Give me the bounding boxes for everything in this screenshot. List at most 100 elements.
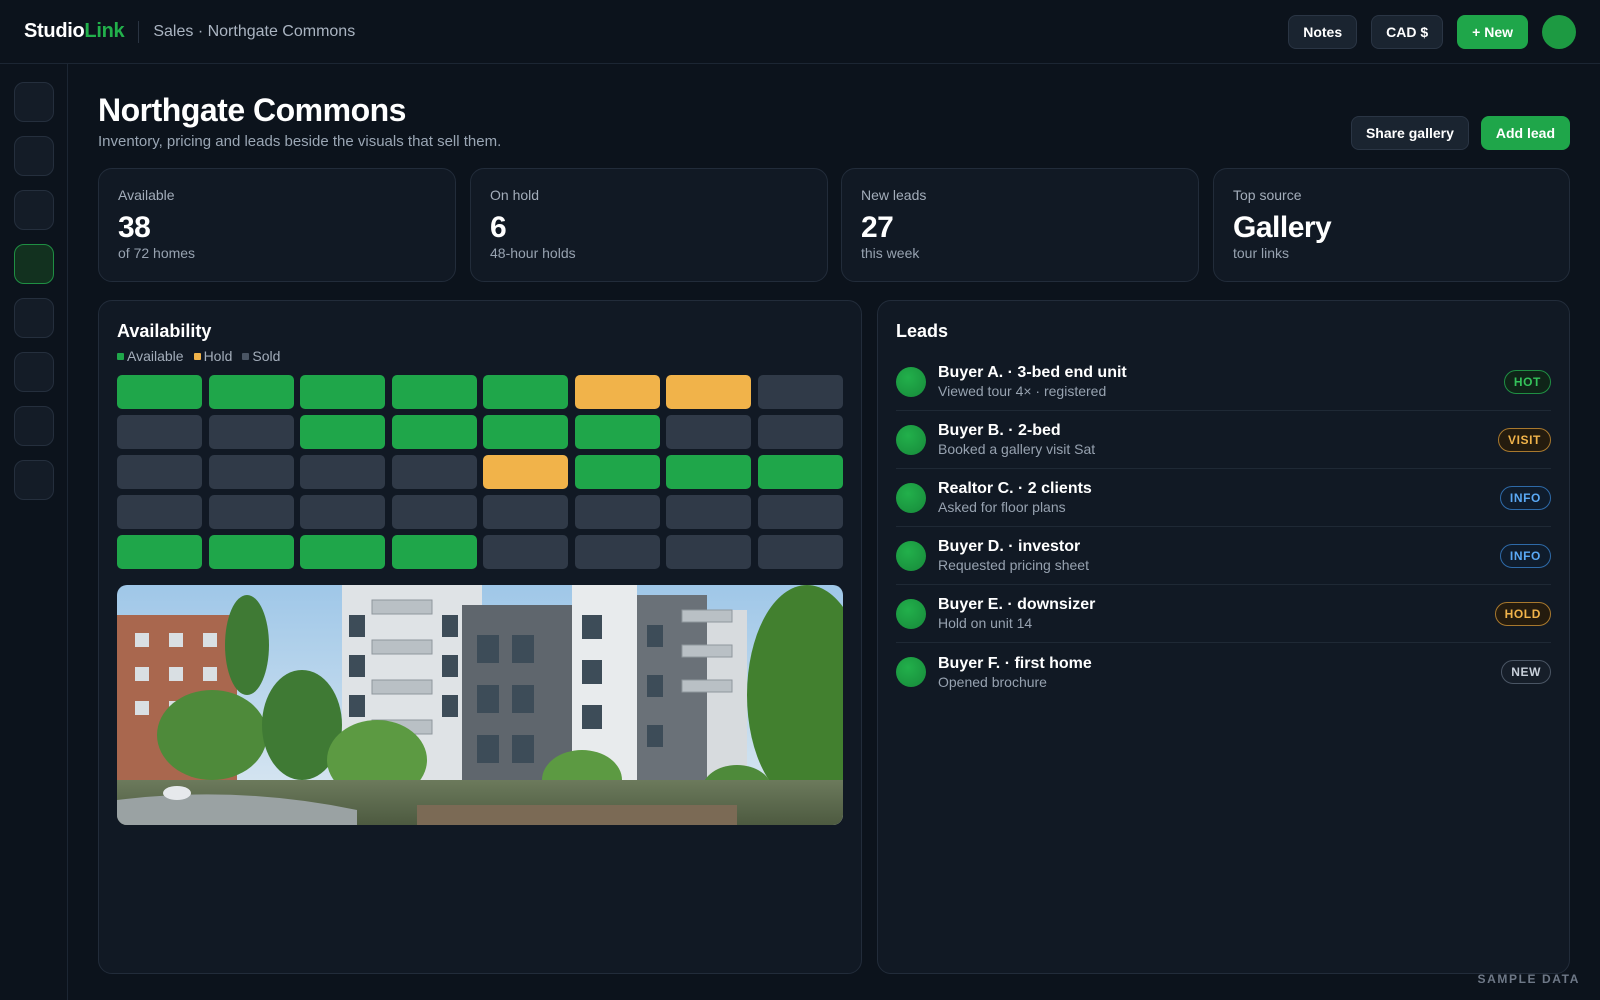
legend-hold-label: Hold	[203, 348, 233, 364]
sidebar-item-3[interactable]	[14, 190, 54, 230]
unit-cell-sold[interactable]	[208, 455, 294, 489]
unit-cell-available[interactable]	[300, 535, 385, 569]
availability-title: Availability	[117, 321, 212, 341]
sidebar-item-8[interactable]	[14, 460, 54, 500]
user-avatar[interactable]	[1542, 14, 1576, 49]
unit-cell-sold[interactable]	[391, 455, 477, 489]
share-gallery-button[interactable]: Share gallery	[1350, 116, 1469, 150]
sidebar-item-5[interactable]	[14, 298, 54, 338]
stat-note: tour links	[1233, 245, 1290, 261]
building-rendering-image	[117, 585, 843, 825]
unit-cell-available[interactable]	[391, 415, 477, 449]
unit-cell-sold[interactable]	[574, 495, 660, 529]
unit-cell-sold[interactable]	[300, 455, 385, 489]
sidebar-item-2[interactable]	[14, 136, 54, 176]
lead-row[interactable]: Buyer E. · downsizer Hold on unit 14 HOLD	[896, 585, 1551, 643]
unit-cell-sold[interactable]	[666, 535, 751, 569]
sidebar-item-1[interactable]	[14, 82, 54, 122]
unit-cell-available[interactable]	[666, 455, 751, 489]
unit-cell-available[interactable]	[208, 535, 294, 569]
lead-status-badge: HOT	[1503, 369, 1551, 394]
stat-value: 38	[118, 211, 151, 244]
lead-detail: Asked for floor plans	[938, 499, 1066, 515]
unit-cell-hold[interactable]	[483, 455, 568, 489]
lead-name: Buyer E. · downsizer	[938, 596, 1096, 613]
lead-status-badge: INFO	[1499, 543, 1551, 568]
availability-legend: Available Hold Sold	[117, 348, 280, 364]
stat-note: of 72 homes	[118, 245, 196, 261]
add-lead-button[interactable]: Add lead	[1480, 116, 1570, 150]
unit-cell-sold[interactable]	[483, 495, 568, 529]
unit-cell-available[interactable]	[483, 415, 568, 449]
sidebar	[0, 64, 68, 1000]
legend-available-label: Available	[127, 348, 184, 364]
unit-cell-available[interactable]	[117, 375, 202, 409]
lead-status-badge: INFO	[1499, 485, 1551, 510]
legend-sold-label: Sold	[252, 348, 281, 364]
stat-label: New leads	[861, 187, 927, 203]
lead-row[interactable]: Buyer D. · investor Requested pricing she…	[896, 527, 1551, 585]
lead-detail: Booked a gallery visit Sat	[938, 441, 1096, 457]
unit-cell-sold[interactable]	[208, 495, 294, 529]
sidebar-item-sales-active[interactable]	[14, 244, 54, 284]
unit-cell-sold[interactable]	[666, 415, 751, 449]
lead-avatar	[896, 424, 926, 455]
unit-cell-available[interactable]	[117, 535, 202, 569]
leads-panel: Leads Buyer A. · 3-bed end unit Viewed to…	[877, 300, 1570, 974]
unit-cell-sold[interactable]	[757, 535, 843, 569]
unit-cell-available[interactable]	[391, 535, 477, 569]
unit-cell-sold[interactable]	[757, 495, 843, 529]
sidebar-item-6[interactable]	[14, 352, 54, 392]
unit-cell-hold[interactable]	[666, 375, 751, 409]
unit-cell-available[interactable]	[574, 455, 660, 489]
unit-cell-sold[interactable]	[117, 415, 202, 449]
unit-cell-sold[interactable]	[117, 455, 202, 489]
unit-cell-sold[interactable]	[666, 495, 751, 529]
legend-sold-swatch	[242, 352, 250, 360]
unit-cell-sold[interactable]	[117, 495, 202, 529]
unit-cell-sold[interactable]	[300, 495, 385, 529]
lead-detail: Opened brochure	[938, 673, 1047, 690]
new-button[interactable]: + New	[1457, 14, 1528, 49]
leads-title: Leads	[896, 321, 949, 341]
stat-label: On hold	[490, 187, 540, 203]
unit-cell-available[interactable]	[483, 375, 568, 409]
unit-cell-sold[interactable]	[574, 535, 660, 569]
app-logo[interactable]: StudioLink	[24, 20, 125, 43]
unit-cell-sold[interactable]	[391, 495, 477, 529]
lead-list: Buyer A. · 3-bed end unit Viewed tour 4× …	[896, 353, 1551, 701]
lead-name: Buyer D. · investor	[938, 538, 1081, 555]
unit-cell-sold[interactable]	[483, 535, 568, 569]
unit-cell-available[interactable]	[757, 455, 843, 489]
lead-avatar	[896, 482, 926, 513]
unit-cell-hold[interactable]	[574, 375, 660, 409]
lead-status-badge: NEW	[1501, 660, 1551, 684]
unit-cell-available[interactable]	[208, 375, 294, 409]
currency-button[interactable]: CAD $	[1371, 14, 1444, 49]
stat-card-on-hold: On hold 6 48-hour holds	[470, 168, 828, 282]
sample-data-watermark: SAMPLE DATA	[1477, 972, 1580, 986]
unit-cell-sold[interactable]	[757, 375, 843, 409]
sidebar-item-7[interactable]	[14, 406, 54, 446]
unit-cell-sold[interactable]	[757, 415, 843, 449]
breadcrumb: Sales · Northgate Commons	[153, 22, 356, 40]
unit-cell-available[interactable]	[300, 415, 385, 449]
lead-row[interactable]: Buyer A. · 3-bed end unit Viewed tour 4× …	[896, 353, 1551, 411]
unit-cell-available[interactable]	[391, 375, 477, 409]
lead-detail: Requested pricing sheet	[938, 557, 1089, 573]
notes-button[interactable]: Notes	[1288, 14, 1358, 49]
unit-cell-sold[interactable]	[208, 415, 294, 449]
lead-row[interactable]: Buyer B. · 2-bed Booked a gallery visit S…	[896, 411, 1551, 469]
unit-cell-available[interactable]	[300, 375, 385, 409]
lead-status-badge: HOLD	[1494, 601, 1551, 626]
stat-value: 27	[861, 211, 894, 244]
lead-avatar	[896, 598, 926, 629]
stat-value: 6	[490, 211, 507, 244]
stat-note: this week	[861, 245, 920, 261]
lead-detail: Hold on unit 14	[938, 615, 1033, 631]
topbar-divider	[138, 20, 140, 43]
unit-cell-available[interactable]	[574, 415, 660, 449]
lead-name: Buyer F. · first home	[938, 654, 1092, 672]
lead-row[interactable]: Buyer F. · first home Opened brochure NEW	[896, 643, 1551, 701]
lead-row[interactable]: Realtor C. · 2 clients Asked for floor pl…	[896, 469, 1551, 527]
